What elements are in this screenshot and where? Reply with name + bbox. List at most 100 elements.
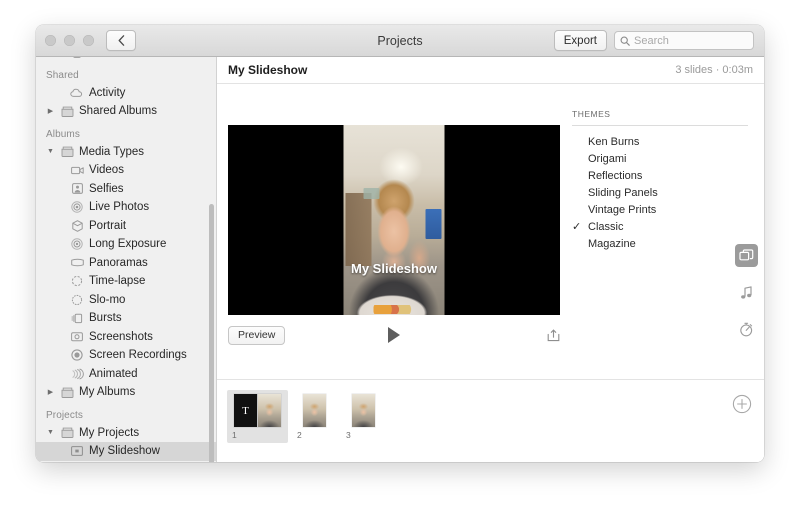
theme-option-magazine[interactable]: ✓ Magazine <box>564 235 764 252</box>
folder-icon <box>60 427 74 439</box>
sidebar-item-screen-recordings[interactable]: Screen Recordings <box>36 346 216 365</box>
checkmark-icon: ✓ <box>572 135 588 148</box>
share-export-button[interactable] <box>547 329 560 342</box>
bursts-icon <box>70 313 84 324</box>
minimize-button[interactable] <box>64 35 75 46</box>
themes-tool-button[interactable] <box>735 244 758 267</box>
sidebar-item-label: Activity <box>89 86 126 99</box>
filmstrip-slide-1[interactable]: T 1 <box>227 390 288 443</box>
playback-controls: Preview <box>228 325 560 345</box>
sidebar-item-slo-mo[interactable]: Slo-mo <box>36 291 216 310</box>
filmstrip-slide-3[interactable]: 3 <box>341 390 386 443</box>
sidebar-item-label: Screenshots <box>89 330 153 343</box>
checkmark-icon: ✓ <box>572 186 588 199</box>
device-iphone-icon <box>70 57 84 59</box>
sidebar-item-videos[interactable]: Videos <box>36 161 216 180</box>
theme-option-reflections[interactable]: ✓ Reflections <box>564 167 764 184</box>
sidebar-item-shared-albums[interactable]: ▶ Shared Albums <box>36 102 216 121</box>
play-icon[interactable] <box>388 327 400 343</box>
page-title: My Slideshow <box>228 63 308 77</box>
preview-button[interactable]: Preview <box>228 325 286 345</box>
theme-option-ken-burns[interactable]: ✓ Ken Burns <box>564 133 764 150</box>
sidebar-item-media-types[interactable]: ▼ Media Types <box>36 143 216 162</box>
disclosure-triangle-expanded-icon[interactable]: ▼ <box>46 148 55 155</box>
sidebar-item-animated[interactable]: Animated <box>36 365 216 384</box>
sidebar-item-long-exposure[interactable]: Long Exposure <box>36 235 216 254</box>
panorama-icon <box>70 258 84 267</box>
screen: Projects Export Search Shared Activity ▶… <box>0 0 800 513</box>
sidebar-item-label: Videos <box>89 164 124 177</box>
search-input[interactable] <box>634 34 748 47</box>
window-titlebar: Projects Export <box>36 25 764 57</box>
sidebar-item-activity[interactable]: Activity <box>36 84 216 103</box>
slide-number: 1 <box>232 430 237 440</box>
screenshot-icon <box>70 331 84 342</box>
folder-icon <box>60 387 74 398</box>
sidebar-item-time-lapse[interactable]: Time-lapse <box>36 272 216 291</box>
sidebar-section-projects: Projects <box>46 409 83 421</box>
photo-child-thumb <box>258 394 281 427</box>
disclosure-triangle-collapsed-icon[interactable]: ▶ <box>46 107 55 115</box>
chevron-left-icon <box>118 35 124 46</box>
timelapse-icon <box>70 275 84 287</box>
sidebar-item-my-albums[interactable]: ▶ My Albums <box>36 383 216 402</box>
close-button[interactable] <box>45 35 56 46</box>
sidebar-item-label: Long Exposure <box>89 238 167 251</box>
content-area: My Slideshow 3 slides · 0:03m My Slidesh… <box>217 57 764 462</box>
sidebar-item-bursts[interactable]: Bursts <box>36 309 216 328</box>
folder-icon <box>60 146 74 158</box>
titlebar-actions: Export <box>553 30 754 51</box>
themes-divider <box>572 125 748 126</box>
search-field[interactable] <box>614 31 754 50</box>
back-button[interactable] <box>106 30 136 51</box>
sidebar-item-my-projects[interactable]: ▼ My Projects <box>36 424 216 443</box>
sidebar-item-live-photos[interactable]: Live Photos <box>36 198 216 217</box>
filmstrip-slide-2[interactable]: 2 <box>292 390 337 443</box>
video-camera-icon <box>70 166 84 175</box>
themes-icon <box>739 248 754 260</box>
sidebar-item-label: Shared Albums <box>79 105 157 118</box>
sidebar-item-selfies[interactable]: Selfies <box>36 180 216 199</box>
theme-option-classic[interactable]: ✓ Classic <box>564 218 764 235</box>
window-body: Karen's iPhone Shared Activity ▶ <box>36 57 764 462</box>
zoom-button[interactable] <box>83 35 94 46</box>
add-slide-button[interactable] <box>732 394 752 414</box>
sidebar-item-panoramas[interactable]: Panoramas <box>36 254 216 273</box>
slide-number: 3 <box>346 430 351 440</box>
music-tool-button[interactable] <box>735 281 758 304</box>
export-button[interactable]: Export <box>553 30 607 51</box>
slomo-icon <box>70 294 84 306</box>
checkmark-icon: ✓ <box>572 203 588 216</box>
screen-recording-icon <box>70 349 84 361</box>
sidebar-item-screenshots[interactable]: Screenshots <box>36 328 216 347</box>
sidebar-item-label: Panoramas <box>89 256 148 269</box>
theme-option-sliding-panels[interactable]: ✓ Sliding Panels <box>564 184 764 201</box>
photo-child-thumb <box>303 394 326 427</box>
sidebar-item-label: Bursts <box>89 312 122 325</box>
themes-panel: THEMES ✓ Ken Burns ✓ Origami ✓ Reflec <box>564 84 764 379</box>
slide-thumbnails <box>303 394 326 427</box>
theme-option-origami[interactable]: ✓ Origami <box>564 150 764 167</box>
sidebar-scrollbar[interactable] <box>208 204 214 462</box>
sidebar-item-label: Karen's iPhone <box>89 57 167 58</box>
folder-icon <box>60 106 74 117</box>
disclosure-triangle-collapsed-icon[interactable]: ▶ <box>46 388 55 396</box>
sidebar-item-my-slideshow[interactable]: My Slideshow <box>36 442 216 461</box>
sidebar-item-label: Slo-mo <box>89 293 126 306</box>
slideshow-preview-stage[interactable]: My Slideshow <box>228 125 560 315</box>
title-card-letter: T <box>242 404 249 417</box>
sidebar-item-portrait[interactable]: Portrait <box>36 217 216 236</box>
sidebar-item-label: My Projects <box>79 426 140 439</box>
sidebar-section-albums: Albums <box>46 128 80 140</box>
title-card-thumbnail: T <box>234 394 257 427</box>
traffic-lights <box>45 35 94 46</box>
disclosure-triangle-expanded-icon[interactable]: ▼ <box>46 429 55 436</box>
slideshow-meta: 3 slides · 0:03m <box>675 64 753 76</box>
sidebar-item-label: Media Types <box>79 145 144 158</box>
theme-option-label: Reflections <box>588 169 643 182</box>
sidebar-item-label: My Slideshow <box>89 445 160 458</box>
duration-tool-button[interactable] <box>735 318 758 341</box>
theme-option-vintage-prints[interactable]: ✓ Vintage Prints <box>564 201 764 218</box>
slide-filmstrip: T 1 2 3 <box>217 379 764 462</box>
duration-timer-icon <box>740 322 753 337</box>
